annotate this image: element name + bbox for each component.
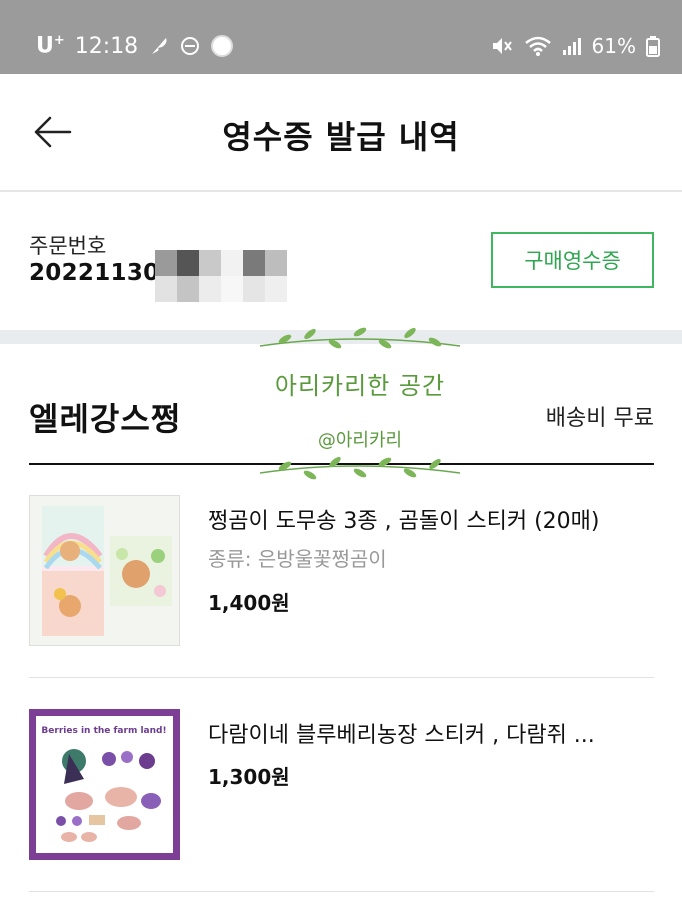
item-option: 종류: 은방울꽃쩡곰이	[208, 547, 387, 571]
shipping-fee: 배송비 무료	[545, 406, 654, 431]
product-thumbnail[interactable]	[29, 495, 180, 646]
watermark-title: 아리카리한 공간	[274, 372, 446, 400]
record-dot-icon	[210, 34, 234, 58]
feather-icon	[148, 35, 170, 57]
shop-name: 엘레강스쩡	[29, 400, 182, 438]
purchase-receipt-button[interactable]: 구매영수증	[491, 232, 654, 288]
vine-bottom-decoration	[259, 456, 461, 480]
clock: 12:18	[74, 33, 139, 59]
sticker-sheet-image: Berries in the farm land!	[29, 709, 180, 860]
app-header: 영수증 발급 내역	[0, 74, 682, 192]
battery-icon	[646, 35, 660, 57]
status-bar: U+ 12:18 61%	[0, 0, 682, 74]
carrier-label: U+	[36, 33, 65, 59]
page-title: 영수증 발급 내역	[222, 118, 460, 156]
thumb-caption: Berries in the farm land!	[41, 726, 166, 736]
item-divider	[29, 891, 654, 892]
order-item[interactable]: 쩡곰이 도무송 3종 , 곰돌이 스티커 (20매) 종류: 은방울꽃쩡곰이 1…	[29, 495, 654, 678]
order-item[interactable]: Berries in the farm land! 다람이네 블루베리농장 스티…	[29, 709, 654, 894]
do-not-disturb-icon	[180, 36, 200, 56]
battery-percent: 61%	[591, 34, 636, 58]
item-title[interactable]: 쩡곰이 도무송 3종 , 곰돌이 스티커 (20매)	[208, 503, 654, 535]
item-divider	[29, 677, 654, 678]
item-title[interactable]: 다람이네 블루베리농장 스티커 , 다람쥐 ...	[208, 717, 654, 749]
order-number-label: 주문번호	[29, 234, 107, 258]
watermark: 아리카리한 공간 @아리카리	[255, 318, 465, 493]
signal-icon	[562, 36, 582, 56]
wifi-icon	[524, 35, 552, 57]
mute-icon	[490, 35, 514, 57]
order-number: 20221130	[29, 260, 160, 286]
shop-divider	[29, 463, 654, 465]
watermark-subtitle: @아리카리	[317, 430, 403, 451]
status-bar-right: 61%	[490, 30, 660, 62]
status-bar-left: U+ 12:18	[36, 30, 234, 62]
order-info: 주문번호 20221130 구매영수증	[0, 194, 682, 330]
sticker-sheet-image	[30, 496, 179, 645]
item-price: 1,400원	[208, 591, 290, 615]
item-price: 1,300원	[208, 765, 290, 789]
order-number-redacted	[155, 250, 287, 302]
section-divider	[0, 330, 682, 344]
product-thumbnail[interactable]: Berries in the farm land!	[29, 709, 180, 860]
